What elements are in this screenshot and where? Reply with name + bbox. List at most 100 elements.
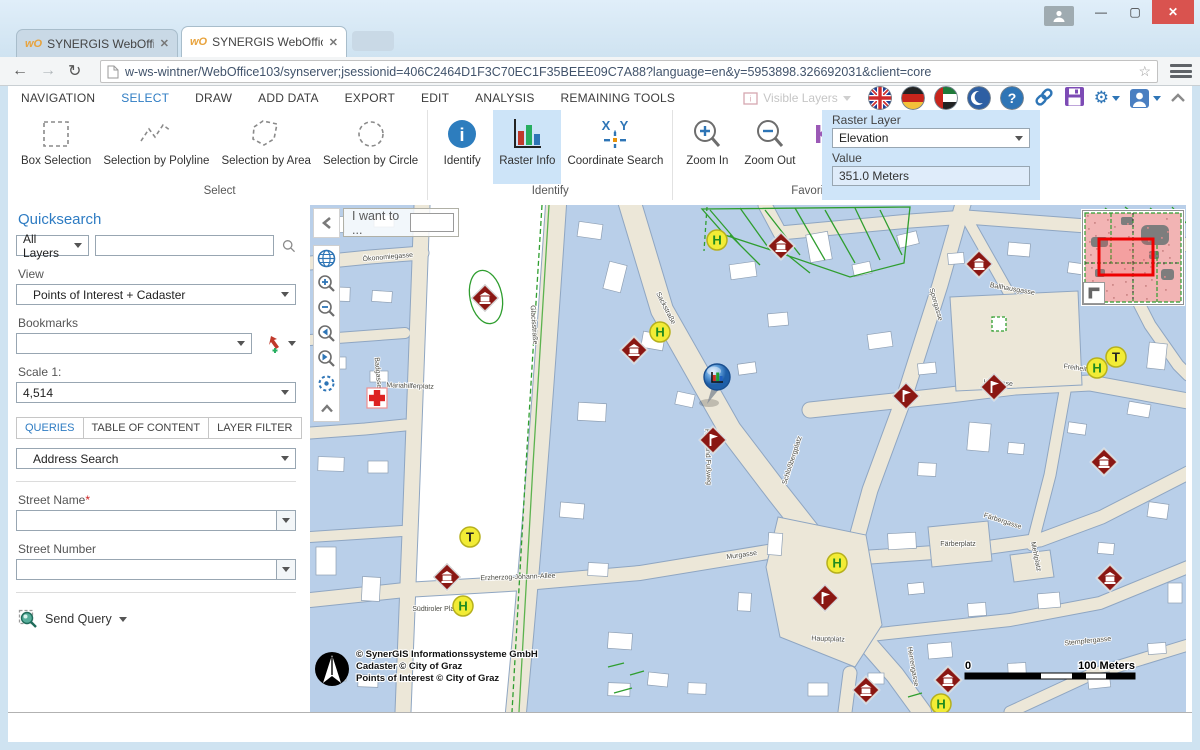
send-query-button[interactable]: Send Query [18,609,296,629]
back-icon[interactable]: ← [12,62,28,80]
language-arabic-flag[interactable] [934,86,958,110]
svg-text:H: H [1092,361,1101,376]
locate-button[interactable] [314,371,339,396]
profile-button[interactable] [1044,6,1074,26]
street-name-input[interactable] [16,510,276,531]
i-want-to-widget[interactable]: I want to ... [343,208,459,237]
language-english-flag[interactable] [868,86,892,110]
collapse-ribbon-icon[interactable] [1170,92,1186,104]
reload-icon[interactable]: ↻ [68,61,81,81]
url-bar[interactable]: w-ws-wintner/WebOffice103/synserver;jses… [100,60,1158,83]
tab-edit[interactable]: EDIT [408,91,462,105]
overview-extent-rect[interactable] [1099,239,1153,275]
maximize-button[interactable]: ▢ [1118,0,1152,24]
tab-close-icon[interactable]: ✕ [160,37,169,50]
ribbon-menubar: NAVIGATION SELECT DRAW ADD DATA EXPORT E… [8,86,1192,110]
map-zoom-out-button[interactable] [314,296,339,321]
tab-navigation[interactable]: NAVIGATION [8,91,108,105]
user-icon [1052,9,1066,23]
quicksearch-title: Quicksearch [18,211,296,228]
new-tab-button[interactable] [352,31,394,51]
svg-text:T: T [466,530,474,545]
help-icon[interactable]: ? [1000,86,1024,110]
add-bookmark-icon[interactable] [262,334,284,354]
visible-layers-dropdown[interactable]: i Visible Layers [743,91,850,105]
minimize-button[interactable]: — [1084,0,1118,24]
layers-info-icon: i [743,92,758,105]
street-name-combo[interactable] [16,510,296,531]
browser-tab-inactive[interactable]: wO SYNERGIS WebOffice Adm ✕ [16,29,178,57]
overview-map[interactable] [1082,210,1184,305]
selection-by-area-button[interactable]: Selection by Area [215,110,317,184]
zoom-out-button[interactable]: Zoom Out [738,110,801,184]
browser-menu-icon[interactable] [1170,62,1192,80]
view-label: View [18,267,296,281]
selection-by-circle-button[interactable]: Selection by Circle [317,110,424,184]
raster-layer-select[interactable]: Elevation [832,128,1030,148]
circle-selection-icon [353,113,389,155]
street-name-label: Street Name* [18,493,296,507]
settings-menu[interactable]: ⚙ [1094,88,1120,108]
view-select[interactable]: Points of Interest + Cadaster [16,284,296,305]
collapse-toolbar-button[interactable] [314,396,339,421]
send-query-menu-caret[interactable] [119,617,127,622]
next-extent-button[interactable] [314,346,339,371]
street-name-dropdown-button[interactable] [276,510,296,531]
quicksearch-input[interactable] [95,235,274,256]
svg-text:H: H [712,233,721,248]
scale-select[interactable]: 4,514 [16,382,296,403]
chevron-down-icon [1015,136,1023,141]
box-selection-button[interactable]: Box Selection [15,110,97,184]
collapse-sidebar-button[interactable] [313,208,340,238]
map-zoom-in-button[interactable] [314,271,339,296]
stop-t-marker: T [1106,347,1126,367]
tab-table-of-content[interactable]: TABLE OF CONTENT [84,417,210,439]
street-number-combo[interactable] [16,559,296,580]
chevron-down-icon [281,390,289,395]
share-link-icon[interactable] [1033,86,1055,111]
street-number-dropdown-button[interactable] [276,559,296,580]
raster-info-button[interactable]: Raster Info [493,110,561,184]
tab-select[interactable]: SELECT [108,91,182,105]
map-viewport[interactable]: ÖkonomiegasseMariahilferplatzBadgasseGla… [310,205,1186,712]
user-menu[interactable] [1129,88,1161,109]
raster-layer-panel: Raster Layer Elevation Value 351.0 Meter… [822,110,1040,200]
polyline-selection-icon [137,113,175,155]
forward-icon[interactable]: → [40,62,56,80]
identify-button[interactable]: i Identify [431,110,493,184]
selection-by-polyline-button[interactable]: Selection by Polyline [97,110,215,184]
group-label-identify: Identify [431,184,669,200]
tab-draw[interactable]: DRAW [182,91,245,105]
svg-text:0: 0 [965,660,971,672]
tab-close-icon[interactable]: ✕ [329,36,338,49]
query-type-select[interactable]: Address Search [16,448,296,469]
tab-export[interactable]: EXPORT [332,91,408,105]
zoom-in-button[interactable]: Zoom In [676,110,738,184]
full-extent-button[interactable] [314,246,339,271]
browser-tab-active[interactable]: wO SYNERGIS WebOffice Web ✕ [181,26,347,57]
previous-extent-button[interactable] [314,321,339,346]
group-select: Box Selection Selection by Polyline Sele… [12,110,428,200]
quicksearch-layer-select[interactable]: All Layers [16,235,89,256]
save-session-icon[interactable] [1064,86,1085,110]
tab-layer-filter[interactable]: LAYER FILTER [209,417,301,439]
bookmark-star-icon[interactable]: ☆ [1138,63,1151,80]
tab-queries[interactable]: QUERIES [16,417,84,439]
language-german-flag[interactable] [901,86,925,110]
tab-title: SYNERGIS WebOffice Adm [47,37,154,51]
box-selection-icon [39,113,73,155]
search-icon[interactable] [282,237,296,255]
coordinate-search-button[interactable]: X , Y Coordinate Search [561,110,669,184]
overview-toggle-button[interactable] [1083,282,1105,304]
browser-titlebar: wO SYNERGIS WebOffice Adm ✕ wO SYNERGIS … [0,0,1200,57]
tab-analysis[interactable]: ANALYSIS [462,91,547,105]
i-want-to-input[interactable] [410,213,454,232]
close-button[interactable]: ✕ [1152,0,1194,24]
map-canvas[interactable]: ÖkonomiegasseMariahilferplatzBadgasseGla… [310,205,1186,712]
bookmark-menu-caret[interactable] [288,341,296,346]
language-crescent-flag[interactable] [967,86,991,110]
tab-remaining-tools[interactable]: REMAINING TOOLS [548,91,689,105]
bookmarks-select[interactable] [16,333,252,354]
street-number-input[interactable] [16,559,276,580]
tab-add-data[interactable]: ADD DATA [245,91,332,105]
